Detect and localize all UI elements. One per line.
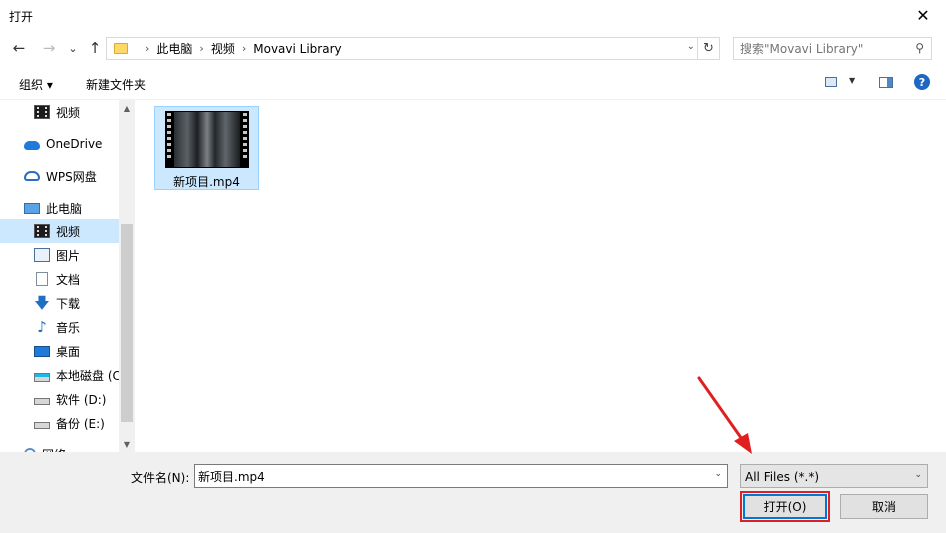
search-box[interactable]: ⚲ [733,37,932,60]
sidebar-item-videos[interactable]: 视频 [0,219,119,243]
file-type-value: All Files (*.*) [745,470,820,484]
command-toolbar: 组织 ▾ 新建文件夹 ▼ ? [0,65,946,100]
sidebar-item-downloads[interactable]: 🡇 下载 [0,291,119,315]
up-arrow-icon[interactable]: ↑ [86,39,104,57]
filename-input[interactable] [195,465,695,487]
sidebar-item-music[interactable]: ♪ 音乐 [0,315,119,339]
sidebar-item-wps-cloud[interactable]: WPS网盘 [0,164,119,188]
title-bar: 打开 ✕ [0,0,946,31]
video-thumbnail-icon [165,111,249,168]
address-bar[interactable]: › 此电脑 › 视频 › Movavi Library ⌄ ↻ [106,37,720,60]
sidebar-item-label: 桌面 [56,344,81,359]
sidebar-item-drive-d[interactable]: 软件 (D:) [0,387,119,411]
filename-combobox[interactable]: ⌄ [194,464,728,488]
drive-icon [34,398,50,405]
recent-locations-chevron-icon[interactable]: ⌄ [64,39,82,57]
chevron-down-icon[interactable]: ▼ [849,76,855,85]
download-icon: 🡇 [34,294,50,312]
file-type-select[interactable]: All Files (*.*) ⌄ [740,464,928,488]
video-icon [34,105,50,119]
sidebar-item-desktop[interactable]: 桌面 [0,339,119,363]
scroll-down-arrow-icon[interactable]: ▼ [119,436,135,452]
sidebar-item-onedrive[interactable]: OneDrive [0,132,119,156]
breadcrumb-movavi-library[interactable]: Movavi Library [253,42,341,56]
folder-icon [114,43,128,54]
file-name: 新项目.mp4 [173,175,240,189]
drive-c-icon [34,372,50,382]
sidebar-item-label: 本地磁盘 (C [56,368,119,383]
file-item[interactable]: 新项目.mp4 [154,106,259,190]
sidebar-item-documents[interactable]: 文档 [0,267,119,291]
scrollbar-thumb[interactable] [121,224,133,422]
search-icon[interactable]: ⚲ [915,41,924,55]
sidebar-item-label: 文档 [56,272,81,287]
filename-label: 文件名(N): [131,471,190,485]
sidebar-item-pictures[interactable]: 图片 [0,243,119,267]
chevron-down-icon[interactable]: ⌄ [714,469,722,479]
refresh-icon[interactable]: ↻ [697,38,719,59]
chevron-right-icon: › [145,42,150,55]
documents-icon [36,272,48,286]
pictures-icon [34,248,50,262]
sidebar-item-drive-c[interactable]: 本地磁盘 (C [0,363,119,387]
file-list-pane: 新项目.mp4 [135,100,946,452]
new-folder-button[interactable]: 新建文件夹 [86,76,146,93]
sidebar-item-label: 视频 [56,224,81,239]
breadcrumb-this-pc[interactable]: 此电脑 [156,40,192,57]
chevron-down-icon[interactable]: ⌄ [914,470,922,480]
video-icon [34,224,50,238]
close-icon[interactable]: ✕ [900,0,946,31]
scroll-up-arrow-icon[interactable]: ▲ [119,100,135,116]
sidebar-item-label: 视频 [56,105,81,120]
desktop-icon [34,345,50,357]
cancel-button[interactable]: 取消 [840,494,928,519]
navigation-pane: 视频 OneDrive WPS网盘 此电脑 视频 图片 文档 🡇 下载 ♪ 音乐… [0,100,135,452]
dialog-footer: 文件名(N): ⌄ All Files (*.*) ⌄ 打开(O) 取消 [0,452,946,533]
wps-cloud-icon [24,171,40,181]
sidebar-item-label: 音乐 [56,320,81,335]
chevron-down-icon[interactable]: ⌄ [687,41,695,52]
organize-button[interactable]: 组织 ▾ [19,76,53,93]
music-icon: ♪ [37,318,47,336]
sidebar-item-label: 备份 (E:) [56,416,105,431]
sidebar-item-label: WPS网盘 [46,169,97,184]
computer-icon [24,202,40,214]
sidebar-scrollbar[interactable]: ▲ ▼ [119,100,135,452]
drive-icon [34,422,50,429]
sidebar-item-label: 图片 [56,248,81,263]
cloud-icon [24,141,40,150]
open-button[interactable]: 打开(O) [740,491,830,522]
sidebar-item-network[interactable]: 网络 [0,442,119,452]
forward-arrow-icon[interactable]: → [40,39,58,57]
view-options-icon[interactable] [825,77,837,87]
navigation-bar: ← → ⌄ ↑ › 此电脑 › 视频 › Movavi Library ⌄ ↻ … [0,31,946,65]
preview-pane-icon[interactable] [879,77,893,88]
sidebar-item-this-pc[interactable]: 此电脑 [0,196,119,220]
back-arrow-icon[interactable]: ← [10,39,28,57]
breadcrumb-videos[interactable]: 视频 [211,40,235,57]
chevron-right-icon: › [199,42,204,55]
sidebar-item-label: OneDrive [46,137,103,151]
chevron-right-icon: › [241,42,247,55]
sidebar-item-videos-quick[interactable]: 视频 [0,100,119,124]
sidebar-item-label: 软件 (D:) [56,392,107,407]
search-input[interactable] [734,38,904,59]
sidebar-item-label: 下载 [56,296,81,311]
help-icon[interactable]: ? [914,74,930,90]
sidebar-item-drive-e[interactable]: 备份 (E:) [0,411,119,435]
window-title: 打开 [9,10,34,24]
sidebar-item-label: 此电脑 [46,201,83,216]
